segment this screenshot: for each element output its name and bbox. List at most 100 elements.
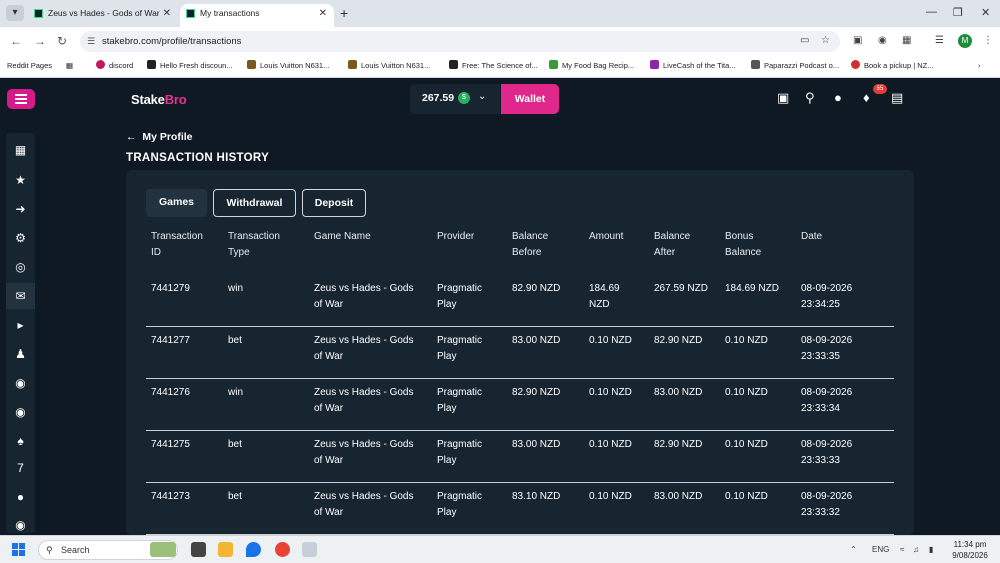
close-tab-icon[interactable]: ✕	[319, 4, 327, 23]
column-header: Bonus Balance	[725, 231, 762, 258]
gift-icon[interactable]: ▣	[777, 90, 789, 106]
bookmarks-overflow-icon[interactable]: ›	[978, 60, 981, 72]
tab-games[interactable]: Games	[146, 189, 207, 217]
cell-bonus-balance: 0.10 NZD	[725, 335, 768, 346]
task-view-icon[interactable]	[191, 542, 206, 557]
chrome-icon[interactable]	[275, 542, 290, 557]
back-arrow-icon[interactable]: ←	[10, 34, 22, 48]
wifi-icon[interactable]: ≈	[900, 545, 904, 554]
profile-avatar[interactable]: M	[958, 34, 972, 48]
install-app-icon[interactable]: ▭	[800, 35, 809, 46]
browser-tab[interactable]: Zeus vs Hades - Gods of War | S ✕	[28, 4, 178, 27]
browser-menu-icon[interactable]: ⋮	[983, 35, 993, 46]
roulette-icon[interactable]: ◉	[6, 405, 35, 419]
user-icon[interactable]: ●	[834, 90, 842, 105]
menu-bar	[15, 94, 27, 96]
gear-icon[interactable]: ⚙	[6, 231, 35, 245]
bookmark-item[interactable]: Reddit Pages	[7, 60, 52, 72]
arrow-circle-icon[interactable]: ➜	[6, 202, 35, 216]
restore-icon[interactable]: ❐	[953, 6, 963, 19]
bookmark-item[interactable]: Louis Vuitton N631...	[348, 60, 430, 72]
extension-icon[interactable]: ◉	[878, 35, 887, 46]
target-icon[interactable]: ◎	[6, 260, 35, 274]
megaphone-icon[interactable]: ▸	[6, 318, 35, 332]
cell-transaction-type: bet	[228, 439, 242, 450]
reading-list-icon[interactable]: ☰	[935, 35, 944, 46]
bell-icon[interactable]: ♦	[863, 90, 870, 105]
widget-image-icon[interactable]	[150, 542, 176, 557]
bookmark-item[interactable]: Free: The Science of...	[449, 60, 538, 72]
menu-bar	[15, 98, 27, 100]
cell-amount: 0.10 NZD	[589, 387, 632, 398]
cell-transaction-id: 7441277	[151, 335, 190, 346]
language-indicator[interactable]: ENG	[872, 545, 889, 554]
cell-balance-after: 267.59 NZD	[654, 283, 708, 294]
bookmark-item[interactable]: Louis Vuitton N631...	[247, 60, 329, 72]
bookmark-item[interactable]: My Food Bag Recip...	[549, 60, 634, 72]
close-window-icon[interactable]: ✕	[981, 6, 990, 19]
balance-selector[interactable]: 267.59 $ ⌄	[410, 84, 500, 114]
page-title: TRANSACTION HISTORY	[126, 152, 270, 164]
file-explorer-icon[interactable]	[218, 542, 233, 557]
site-info-icon[interactable]: ☰	[87, 31, 95, 52]
column-header: Balance After	[654, 231, 691, 258]
reload-icon[interactable]: ↻	[57, 34, 67, 48]
menu-bar	[15, 102, 27, 104]
edge-drop-icon[interactable]	[246, 542, 261, 557]
cell-transaction-type: win	[228, 283, 244, 294]
tab-search-button[interactable]: ▾	[6, 5, 24, 21]
windows-start-icon[interactable]	[12, 543, 26, 557]
cell-balance-before: 83.10 NZD	[512, 491, 561, 502]
close-tab-icon[interactable]: ✕	[163, 4, 171, 23]
cell-balance-after: 83.00 NZD	[654, 491, 703, 502]
cell-amount: 0.10 NZD	[589, 491, 632, 502]
bookmark-star-icon[interactable]: ☆	[821, 35, 830, 46]
url-field[interactable]: ☰ stakebro.com/profile/transactions	[80, 31, 840, 52]
cell-transaction-id: 7441276	[151, 387, 190, 398]
cell-balance-before: 82.90 NZD	[512, 283, 561, 294]
stakebro-favicon-icon	[186, 9, 195, 18]
tab-withdrawal[interactable]: Withdrawal	[213, 189, 296, 217]
cell-transaction-id: 7441279	[151, 283, 190, 294]
volume-icon[interactable]: ♫	[913, 545, 919, 554]
wallet-button[interactable]: Wallet	[501, 84, 559, 114]
cards-icon[interactable]: ♠	[6, 434, 35, 448]
more-icon[interactable]: ◉	[6, 518, 35, 532]
chat-icon[interactable]: ▤	[891, 90, 903, 106]
column-header: Transaction Type	[228, 231, 280, 258]
bookmark-item[interactable]: Hello Fresh discoun...	[147, 60, 233, 72]
extensions-puzzle-icon[interactable]: ▦	[902, 35, 911, 46]
bookmark-item[interactable]: Paparazzi Podcast o...	[751, 60, 839, 72]
hamburger-menu-button[interactable]	[7, 89, 35, 109]
address-bar-row: ← → ↻ ☰ stakebro.com/profile/transaction…	[0, 27, 1000, 56]
search-icon[interactable]: ⚲	[805, 90, 815, 106]
column-header: Amount	[589, 231, 624, 242]
cell-amount: 0.10 NZD	[589, 335, 632, 346]
forward-arrow-icon[interactable]: →	[34, 34, 46, 48]
cell-date: 08-09-2026 23:33:33	[801, 439, 853, 466]
calendar-icon[interactable]: ▦	[6, 143, 35, 157]
chess-pawn-icon[interactable]: ♟	[6, 347, 35, 361]
apps-grid-icon[interactable]: ▦	[66, 60, 73, 72]
tab-deposit[interactable]: Deposit	[302, 189, 366, 217]
cell-transaction-id: 7441273	[151, 491, 190, 502]
piggy-icon[interactable]: ●	[6, 490, 35, 504]
browser-tab-active[interactable]: My transactions ✕	[180, 4, 334, 27]
transactions-icon[interactable]: ✉	[6, 283, 35, 309]
bookmark-item[interactable]: LiveCash of the Tita...	[650, 60, 736, 72]
cell-provider: Pragmatic Play	[437, 283, 483, 310]
minimize-icon[interactable]: —	[926, 6, 937, 18]
app-icon[interactable]	[302, 542, 317, 557]
taskbar-clock[interactable]: 11:34 pm 9/08/2026	[948, 539, 992, 561]
bookmark-item[interactable]: Book a pickup | NZ...	[851, 60, 933, 72]
new-tab-button[interactable]: +	[340, 5, 348, 21]
battery-icon[interactable]: ▮	[929, 545, 933, 554]
star-icon[interactable]: ★	[6, 173, 35, 187]
seven-icon[interactable]: 7	[6, 461, 35, 475]
tray-chevron-up-icon[interactable]: ⌃	[850, 545, 857, 554]
bookmark-item[interactable]: discord	[96, 60, 133, 72]
stakebro-logo[interactable]: StakeBro	[131, 92, 187, 107]
chip-icon[interactable]: ◉	[6, 376, 35, 390]
extension-cc-icon[interactable]: ▣	[853, 35, 862, 46]
back-to-profile-link[interactable]: ← My Profile	[126, 131, 193, 143]
